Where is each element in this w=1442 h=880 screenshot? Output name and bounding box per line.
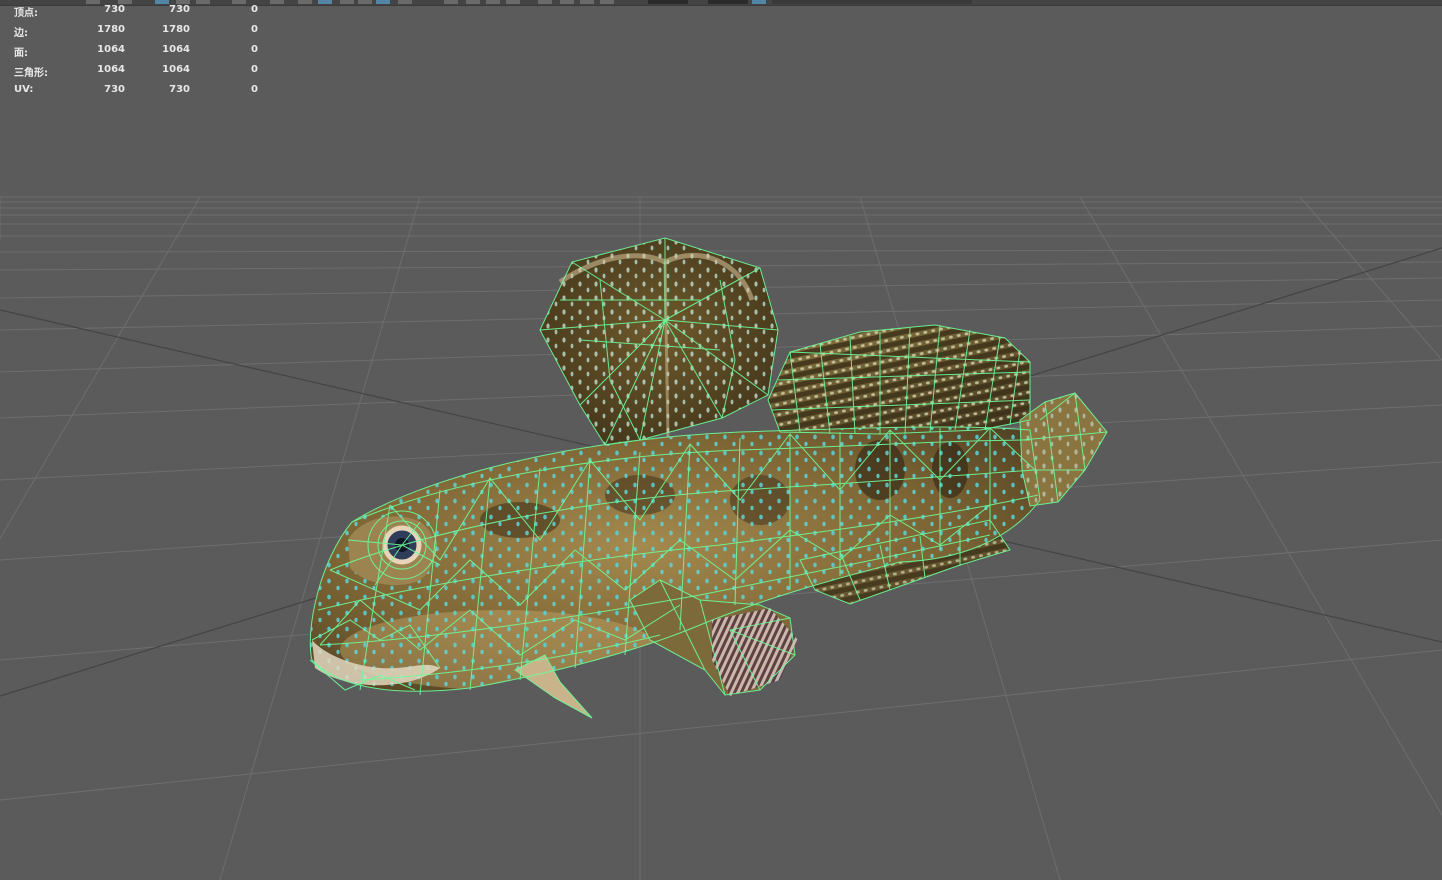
scene-canvas[interactable] [0, 0, 1442, 880]
hud-value-extra: 0 [251, 24, 258, 35]
fish-model[interactable] [300, 237, 1108, 719]
tool-icon[interactable] [466, 0, 480, 4]
texture-toggle-icon[interactable] [318, 0, 332, 4]
hud-value-total: 1064 [162, 44, 190, 55]
hud-value-selected: 730 [104, 4, 125, 15]
tool-icon[interactable] [340, 0, 354, 4]
tool-icon[interactable] [486, 0, 500, 4]
hud-label: 三角形: [14, 68, 48, 79]
hud-label: 顶点: [14, 8, 38, 19]
hud-row-uvs: UV: 730 730 0 [0, 84, 270, 100]
tool-icon[interactable] [560, 0, 574, 4]
tool-icon[interactable] [538, 0, 552, 4]
lighting-toggle-icon[interactable] [376, 0, 390, 4]
front-dorsal-fin [540, 238, 778, 445]
hud-row-triangles: 三角形: 1064 1064 0 [0, 64, 270, 80]
view-transform-field[interactable] [772, 0, 972, 4]
hud-value-total: 1064 [162, 64, 190, 75]
poly-count-hud: 顶点: 730 730 0 边: 1780 1780 0 面: 1064 106… [0, 0, 270, 100]
hud-label: 边: [14, 28, 28, 39]
color-management-icon[interactable] [752, 0, 766, 4]
exposure-field[interactable] [648, 0, 688, 4]
tool-icon[interactable] [398, 0, 412, 4]
hud-label: 面: [14, 48, 28, 59]
hud-value-selected: 730 [104, 84, 125, 95]
hud-value-total: 1780 [162, 24, 190, 35]
hud-value-extra: 0 [251, 84, 258, 95]
tool-icon[interactable] [506, 0, 520, 4]
viewport-3d[interactable]: 顶点: 730 730 0 边: 1780 1780 0 面: 1064 106… [0, 0, 1442, 880]
tool-icon[interactable] [270, 0, 284, 4]
hud-value-total: 730 [169, 4, 190, 15]
hud-value-extra: 0 [251, 4, 258, 15]
hud-row-edges: 边: 1780 1780 0 [0, 24, 270, 40]
tool-icon[interactable] [298, 0, 312, 4]
tool-icon[interactable] [580, 0, 594, 4]
hud-value-extra: 0 [251, 44, 258, 55]
hud-row-faces: 面: 1064 1064 0 [0, 44, 270, 60]
hud-value-extra: 0 [251, 64, 258, 75]
tool-icon[interactable] [444, 0, 458, 4]
hud-value-total: 730 [169, 84, 190, 95]
hud-value-selected: 1780 [97, 24, 125, 35]
hud-label: UV: [14, 84, 34, 95]
tool-icon[interactable] [358, 0, 372, 4]
gamma-field[interactable] [708, 0, 748, 4]
hud-value-selected: 1064 [97, 44, 125, 55]
hud-value-selected: 1064 [97, 64, 125, 75]
hud-row-vertices: 顶点: 730 730 0 [0, 4, 270, 20]
tool-icon[interactable] [600, 0, 614, 4]
horizon-haze [0, 186, 1442, 198]
